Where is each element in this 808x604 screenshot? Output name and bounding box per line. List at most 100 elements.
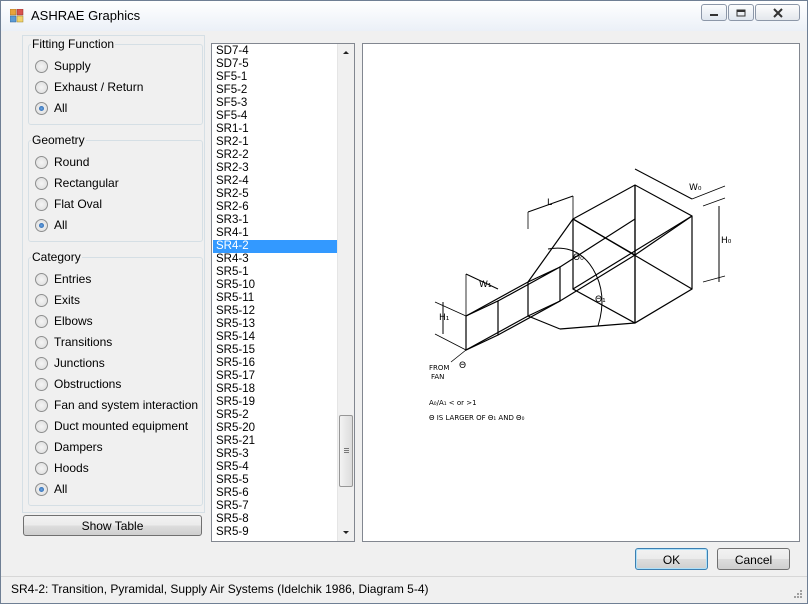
radio-indicator[interactable] [35, 59, 48, 73]
list-item[interactable]: SR4-3 [213, 253, 337, 266]
list-item[interactable]: SR5-13 [213, 318, 337, 331]
radio-rectangular[interactable]: Rectangular [35, 175, 119, 191]
radio-entries[interactable]: Entries [35, 271, 91, 287]
label-w0: W₀ [689, 183, 702, 193]
title-bar[interactable]: ASHRAE Graphics [1, 1, 807, 31]
list-item[interactable]: SF5-4 [213, 110, 337, 123]
radio-duct-equipment[interactable]: Duct mounted equipment [35, 418, 188, 434]
radio-junctions[interactable]: Junctions [35, 355, 105, 371]
app-icon [10, 9, 24, 23]
radio-indicator[interactable] [35, 314, 48, 328]
list-item[interactable]: SR5-7 [213, 500, 337, 513]
radio-exits[interactable]: Exits [35, 292, 80, 308]
radio-indicator[interactable] [35, 461, 48, 475]
list-item[interactable]: SR5-18 [213, 383, 337, 396]
radio-indicator[interactable] [35, 197, 48, 211]
radio-indicator[interactable] [35, 377, 48, 391]
radio-geometry-all[interactable]: All [35, 217, 67, 233]
ok-button[interactable]: OK [635, 548, 708, 570]
restore-icon [736, 9, 746, 16]
close-button[interactable] [755, 4, 800, 21]
list-item[interactable]: SR4-1 [213, 227, 337, 240]
maximize-button[interactable] [728, 4, 754, 21]
list-item[interactable]: SR5-16 [213, 357, 337, 370]
radio-indicator[interactable] [35, 482, 48, 496]
fitting-listbox[interactable]: SD7-4 SD7-5 SF5-1 SF5-2 SF5-3 SF5-4 SR1-1 SR2-1… [211, 43, 355, 542]
scroll-up-button[interactable] [338, 44, 354, 61]
radio-label: Entries [54, 272, 92, 286]
list-item[interactable]: SR5-14 [213, 331, 337, 344]
radio-indicator[interactable] [35, 101, 48, 115]
minimize-button[interactable] [701, 4, 727, 21]
scroll-down-button[interactable] [338, 524, 354, 541]
geometry-group: Geometry Round Rectangular Flat Oval All [28, 133, 203, 242]
radio-indicator[interactable] [35, 272, 48, 286]
list-item[interactable]: SR2-1 [213, 136, 337, 149]
radio-indicator[interactable] [35, 419, 48, 433]
radio-obstructions[interactable]: Obstructions [35, 376, 121, 392]
list-item[interactable]: SR2-4 [213, 175, 337, 188]
list-item[interactable]: SR5-17 [213, 370, 337, 383]
list-item[interactable]: SR5-15 [213, 344, 337, 357]
cancel-button[interactable]: Cancel [717, 548, 790, 570]
radio-label: Duct mounted equipment [54, 419, 189, 433]
radio-indicator[interactable] [35, 335, 48, 349]
radio-flat-oval[interactable]: Flat Oval [35, 196, 102, 212]
show-table-button[interactable]: Show Table [23, 515, 202, 536]
list-item[interactable]: SD7-4 [213, 45, 337, 58]
radio-indicator[interactable] [35, 398, 48, 412]
label-theta1: Θ₁ [595, 295, 606, 305]
radio-category-all[interactable]: All [35, 481, 67, 497]
radio-label: Flat Oval [54, 197, 103, 211]
list-item[interactable]: SR5-3 [213, 448, 337, 461]
list-item[interactable]: SR5-12 [213, 305, 337, 318]
list-item[interactable]: SR2-5 [213, 188, 337, 201]
list-item[interactable]: SR5-5 [213, 474, 337, 487]
list-item[interactable]: SR5-19 [213, 396, 337, 409]
radio-elbows[interactable]: Elbows [35, 313, 93, 329]
radio-exhaust-return[interactable]: Exhaust / Return [35, 79, 143, 95]
label-h0: H₀ [721, 236, 732, 246]
list-scrollbar[interactable] [337, 44, 354, 541]
radio-hoods[interactable]: Hoods [35, 460, 89, 476]
list-item[interactable]: SR5-21 [213, 435, 337, 448]
list-item[interactable]: SR5-6 [213, 487, 337, 500]
list-item[interactable]: SR5-9 [213, 526, 337, 539]
radio-supply[interactable]: Supply [35, 58, 91, 74]
arrow-down-icon [343, 531, 349, 534]
list-item[interactable]: SR2-2 [213, 149, 337, 162]
radio-dampers[interactable]: Dampers [35, 439, 103, 455]
list-item[interactable]: SR5-1 [213, 266, 337, 279]
radio-indicator[interactable] [35, 293, 48, 307]
list-item[interactable]: SR5-20 [213, 422, 337, 435]
list-item[interactable]: SR2-3 [213, 162, 337, 175]
radio-indicator[interactable] [35, 155, 48, 169]
radio-round[interactable]: Round [35, 154, 89, 170]
list-item[interactable]: SR5-10 [213, 279, 337, 292]
list-item[interactable]: SR1-1 [213, 123, 337, 136]
radio-label: Round [54, 155, 90, 169]
radio-indicator[interactable] [35, 218, 48, 232]
list-item[interactable]: SR5-4 [213, 461, 337, 474]
list-item[interactable]: SF5-3 [213, 97, 337, 110]
radio-indicator[interactable] [35, 80, 48, 94]
list-item[interactable]: SR5-11 [213, 292, 337, 305]
label-w1: W₁ [479, 280, 492, 290]
radio-indicator[interactable] [35, 356, 48, 370]
radio-transitions[interactable]: Transitions [35, 334, 112, 350]
list-item[interactable]: SF5-1 [213, 71, 337, 84]
radio-fan-system[interactable]: Fan and system interaction [35, 397, 198, 413]
radio-indicator[interactable] [35, 440, 48, 454]
radio-indicator[interactable] [35, 176, 48, 190]
list-item[interactable]: SR3-1 [213, 214, 337, 227]
list-item[interactable]: SR5-2 [213, 409, 337, 422]
list-item[interactable]: SR5-8 [213, 513, 337, 526]
list-item[interactable]: SR4-2 [213, 240, 337, 253]
grip-line [344, 452, 349, 453]
list-item[interactable]: SF5-2 [213, 84, 337, 97]
list-item[interactable]: SD7-5 [213, 58, 337, 71]
resize-grip-icon[interactable] [791, 587, 803, 599]
radio-fitting-all[interactable]: All [35, 100, 67, 116]
scroll-thumb[interactable] [339, 415, 353, 487]
list-item[interactable]: SR2-6 [213, 201, 337, 214]
